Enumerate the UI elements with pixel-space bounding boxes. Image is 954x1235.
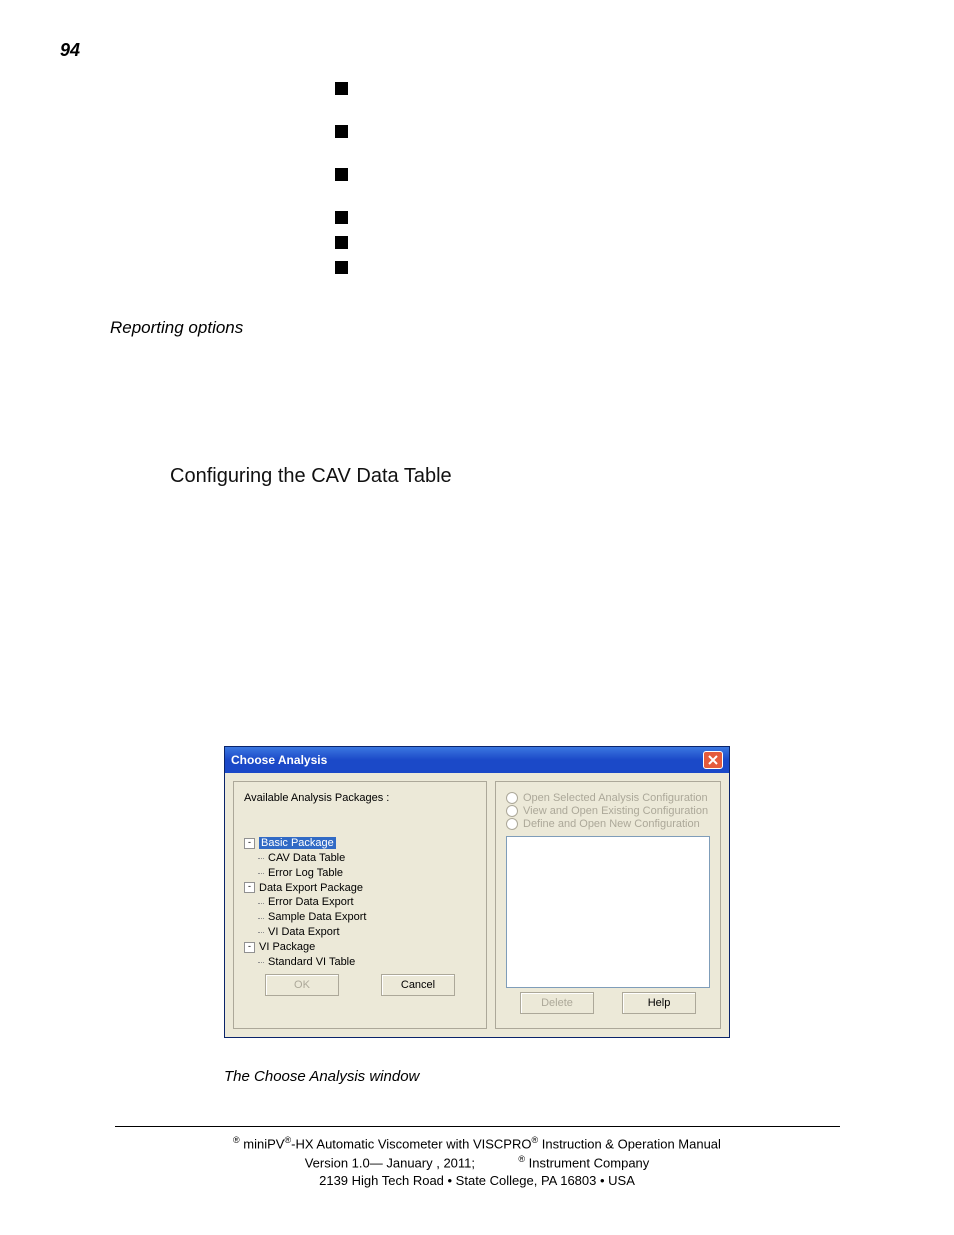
tree-node-basic-package[interactable]: -Basic Package bbox=[244, 836, 476, 851]
reg-mark: ® bbox=[233, 1135, 240, 1145]
config-radio-group: Open Selected Analysis Configuration Vie… bbox=[506, 792, 710, 830]
close-button[interactable] bbox=[703, 751, 723, 769]
bullet-square bbox=[335, 261, 348, 274]
footer-text: Instrument Company bbox=[525, 1155, 649, 1170]
bullet-list bbox=[335, 82, 348, 274]
bullet-square bbox=[335, 168, 348, 181]
footer-text: Instruction & Operation Manual bbox=[538, 1136, 721, 1151]
bullet-square bbox=[335, 125, 348, 138]
dialog-title: Choose Analysis bbox=[231, 753, 327, 767]
heading-configuring: Configuring the CAV Data Table bbox=[170, 465, 452, 488]
right-panel: Open Selected Analysis Configuration Vie… bbox=[495, 781, 721, 1029]
package-tree[interactable]: -Basic Package CAV Data Table Error Log … bbox=[244, 836, 476, 970]
radio-icon bbox=[506, 805, 518, 817]
ok-button[interactable]: OK bbox=[265, 974, 339, 996]
radio-define-new[interactable]: Define and Open New Configuration bbox=[506, 818, 710, 830]
tree-label: Basic Package bbox=[259, 837, 336, 849]
available-packages-label: Available Analysis Packages : bbox=[244, 792, 476, 804]
tree-node-vi-data-export[interactable]: VI Data Export bbox=[244, 925, 476, 940]
radio-icon bbox=[506, 818, 518, 830]
radio-label: View and Open Existing Configuration bbox=[523, 805, 708, 817]
footer-text: Version 1.0— January , 2011; bbox=[305, 1155, 475, 1170]
radio-label: Open Selected Analysis Configuration bbox=[523, 792, 708, 804]
figure-caption: The Choose Analysis window bbox=[224, 1068, 419, 1085]
tree-node-error-log-table[interactable]: Error Log Table bbox=[244, 866, 476, 881]
left-panel: Available Analysis Packages : -Basic Pac… bbox=[233, 781, 487, 1029]
bullet-square bbox=[335, 236, 348, 249]
cancel-button[interactable]: Cancel bbox=[381, 974, 455, 996]
collapse-icon[interactable]: - bbox=[244, 942, 255, 953]
section-label: Reporting options bbox=[110, 318, 243, 338]
bullet-square bbox=[335, 211, 348, 224]
tree-label: VI Package bbox=[259, 941, 315, 953]
footer-line-1: ® miniPV®-HX Automatic Viscometer with V… bbox=[0, 1134, 954, 1153]
tree-node-sample-data-export[interactable]: Sample Data Export bbox=[244, 910, 476, 925]
tree-node-vi-package[interactable]: -VI Package bbox=[244, 940, 476, 955]
radio-icon bbox=[506, 792, 518, 804]
tree-node-cav-data-table[interactable]: CAV Data Table bbox=[244, 851, 476, 866]
tree-node-standard-vi-table[interactable]: Standard VI Table bbox=[244, 955, 476, 970]
dialog-titlebar: Choose Analysis bbox=[225, 747, 729, 773]
page-number: 94 bbox=[60, 40, 80, 61]
collapse-icon[interactable]: - bbox=[244, 838, 255, 849]
footer-line-2: Version 1.0— January , 2011; ® Instrumen… bbox=[0, 1153, 954, 1172]
delete-button[interactable]: Delete bbox=[520, 992, 594, 1014]
configuration-listbox[interactable] bbox=[506, 836, 710, 988]
footer-text: miniPV bbox=[240, 1136, 285, 1151]
tree-label: Data Export Package bbox=[259, 882, 363, 894]
close-icon bbox=[708, 755, 718, 765]
choose-analysis-dialog: Choose Analysis Available Analysis Packa… bbox=[224, 746, 730, 1038]
footer-rule bbox=[115, 1126, 840, 1127]
reg-mark: ® bbox=[518, 1154, 525, 1164]
tree-node-error-data-export[interactable]: Error Data Export bbox=[244, 895, 476, 910]
collapse-icon[interactable]: - bbox=[244, 882, 255, 893]
page-footer: ® miniPV®-HX Automatic Viscometer with V… bbox=[0, 1134, 954, 1189]
footer-text: -HX Automatic Viscometer with VISCPRO bbox=[291, 1136, 531, 1151]
bullet-square bbox=[335, 82, 348, 95]
radio-view-existing[interactable]: View and Open Existing Configuration bbox=[506, 805, 710, 817]
radio-label: Define and Open New Configuration bbox=[523, 818, 700, 830]
footer-line-3: 2139 High Tech Road • State College, PA … bbox=[0, 1172, 954, 1190]
help-button[interactable]: Help bbox=[622, 992, 696, 1014]
tree-node-data-export-package[interactable]: -Data Export Package bbox=[244, 881, 476, 896]
radio-open-selected[interactable]: Open Selected Analysis Configuration bbox=[506, 792, 710, 804]
